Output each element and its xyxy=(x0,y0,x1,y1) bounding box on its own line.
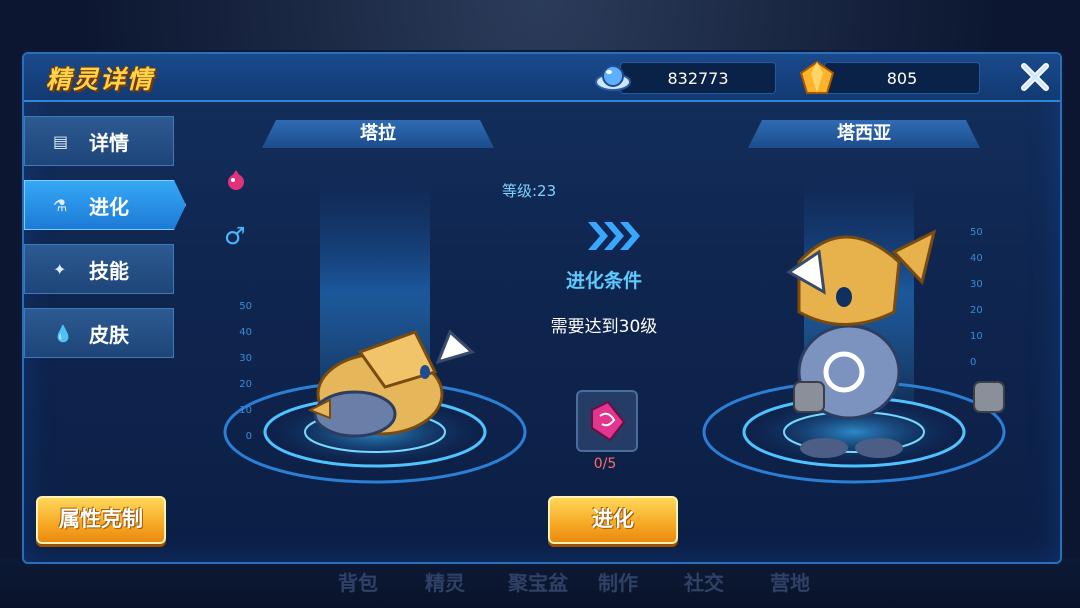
evolution-condition-title: 进化条件 xyxy=(565,270,642,292)
gauge-tick: 0 xyxy=(245,431,252,442)
gauge-tick: 50 xyxy=(239,301,252,312)
tab-evolution-label: 进化 xyxy=(89,194,129,219)
gauge-tick: 10 xyxy=(970,331,983,342)
tab-skills-label: 技能 xyxy=(89,258,129,283)
evolution-item-slot[interactable] xyxy=(576,390,638,452)
gauge-tick: 40 xyxy=(970,253,983,264)
gauge-tick: 10 xyxy=(239,405,252,416)
current-pet-stage xyxy=(223,182,527,484)
close-icon[interactable] xyxy=(1016,58,1054,96)
attribute-counter-button[interactable]: 属性克制 xyxy=(36,496,166,544)
tab-skins-label: 皮肤 xyxy=(89,322,129,347)
bg-nav-treasure: 聚宝盆 xyxy=(508,571,568,595)
right-gauge: 50 40 30 20 10 0 xyxy=(970,220,990,376)
gauge-tick: 20 xyxy=(970,305,983,316)
panel-header: 精灵详情 832773 805 xyxy=(24,54,1060,102)
bg-nav-social: 社交 xyxy=(684,571,724,595)
detail-icon: ▤ xyxy=(53,131,69,151)
bg-nav-bag: 背包 xyxy=(338,571,378,595)
bg-nav-camp: 营地 xyxy=(770,571,810,595)
evolution-condition-text: 需要达到30级 xyxy=(550,317,658,337)
current-pet-name: 塔拉 xyxy=(262,120,494,148)
coin-value: 832773 xyxy=(667,69,729,88)
gauge-tick: 30 xyxy=(970,279,983,290)
coin-counter: 832773 xyxy=(595,62,776,94)
gem-counter: 805 xyxy=(799,60,980,94)
pet-detail-panel: 精灵详情 832773 805 ▤ 详情 ⚗ 进化 ✦ 技能 💧 皮肤 属性克制… xyxy=(22,52,1062,564)
panel-title: 精灵详情 xyxy=(46,65,155,94)
current-pet-level: 等级:23 xyxy=(502,182,557,200)
drop-icon: 💧 xyxy=(53,323,73,343)
gauge-tick: 30 xyxy=(239,353,252,364)
evolution-item-count: 0/5 xyxy=(593,456,617,472)
gauge-tick: 20 xyxy=(239,379,252,390)
bg-nav-pet: 精灵 xyxy=(425,571,465,595)
tab-detail[interactable]: ▤ 详情 xyxy=(24,116,174,166)
tab-detail-label: 详情 xyxy=(89,130,129,155)
sword-icon: ✦ xyxy=(53,259,67,279)
evolve-arrow-icon xyxy=(588,222,640,250)
next-pet-name: 塔西亚 xyxy=(748,120,980,148)
gauge-tick: 50 xyxy=(970,227,983,238)
tab-evolution[interactable]: ⚗ 进化 xyxy=(24,180,186,230)
sidebar: ▤ 详情 ⚗ 进化 ✦ 技能 💧 皮肤 xyxy=(24,116,186,372)
left-gauge: 50 40 30 20 10 0 xyxy=(232,294,252,450)
crystal-icon xyxy=(591,400,626,442)
bg-nav-craft: 制作 xyxy=(598,571,638,595)
tab-skills[interactable]: ✦ 技能 xyxy=(24,244,174,294)
gem-value: 805 xyxy=(886,69,918,88)
gauge-tick: 40 xyxy=(239,327,252,338)
gauge-tick: 0 xyxy=(970,357,977,368)
flask-icon: ⚗ xyxy=(53,195,68,215)
tab-skins[interactable]: 💧 皮肤 xyxy=(24,308,174,358)
evolve-button[interactable]: 进化 xyxy=(548,496,678,544)
background-nav: 背包 精灵 聚宝盆 制作 社交 营地 xyxy=(0,558,1080,608)
